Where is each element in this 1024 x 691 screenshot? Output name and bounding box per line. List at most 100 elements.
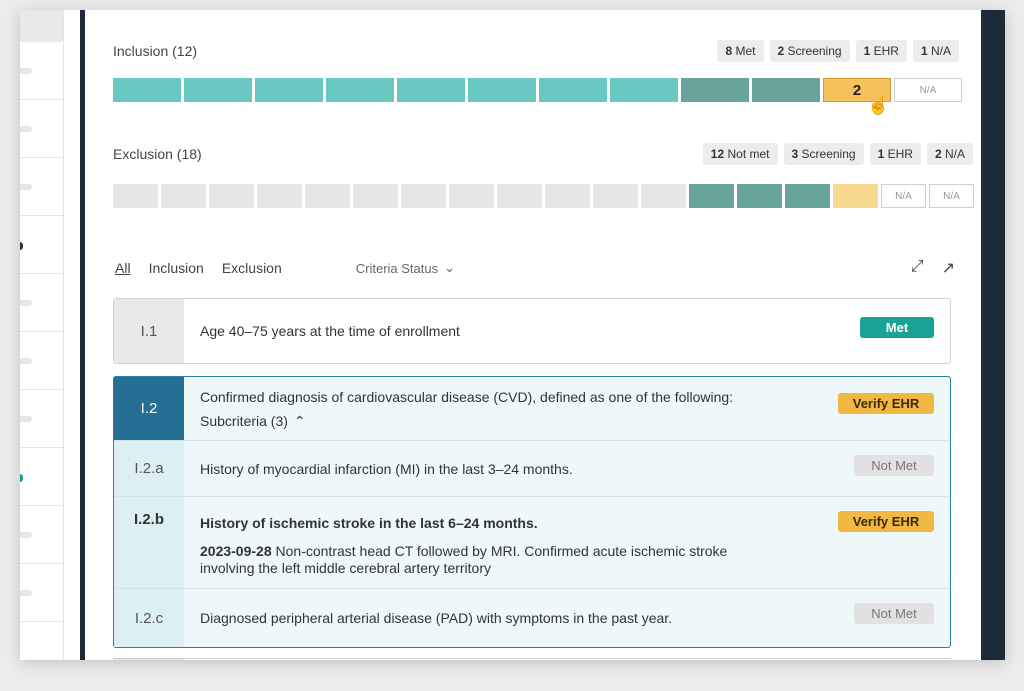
filter-exclusion[interactable]: Exclusion	[222, 260, 282, 276]
count-badge-met: 8 Met	[717, 40, 764, 62]
count-badge-na: 2 N/A	[926, 143, 973, 165]
count-badge-na: 1 N/A	[912, 40, 959, 62]
segment-not-met[interactable]	[305, 184, 350, 208]
status-badge[interactable]: Not Met	[854, 603, 934, 624]
rail-row[interactable]	[20, 158, 63, 216]
evidence-date: 2023-09-28	[200, 543, 272, 559]
criterion-body: History of ischemic stroke in the last 6…	[184, 497, 950, 588]
segment-met[interactable]	[539, 78, 607, 102]
inclusion-title: Inclusion (12)	[113, 43, 198, 59]
subcriterion-row[interactable]: I.2.a History of myocardial infarction (…	[114, 441, 950, 497]
criterion-text: Diagnosed peripheral arterial disease (P…	[200, 610, 673, 626]
status-badge[interactable]: Met	[860, 317, 934, 338]
subcriterion-row[interactable]: I.2.b History of ischemic stroke in the …	[114, 497, 950, 589]
criterion-text: History of myocardial infarction (MI) in…	[200, 460, 573, 477]
subcriterion-row[interactable]: I.2.c Diagnosed peripheral arterial dise…	[114, 589, 950, 647]
segment-na[interactable]: N/A	[894, 78, 962, 102]
segment-not-met[interactable]	[545, 184, 590, 208]
criterion-group: I.2 Confirmed diagnosis of cardiovascula…	[113, 376, 951, 648]
segment-not-met[interactable]	[113, 184, 158, 208]
segment-not-met[interactable]	[161, 184, 206, 208]
segment-screening[interactable]	[681, 78, 749, 102]
criterion-row-partial	[113, 658, 951, 660]
criterion-id: I.2.a	[114, 441, 184, 496]
criterion-id: I.2	[114, 377, 184, 440]
segment-screening[interactable]	[752, 78, 820, 102]
segment-na[interactable]: N/A	[929, 184, 974, 208]
segment-screening[interactable]	[737, 184, 782, 208]
criteria-status-dropdown[interactable]: Criteria Status ⌄	[356, 260, 455, 276]
rail-row[interactable]	[20, 564, 63, 622]
exclusion-segment-bar: N/A N/A	[113, 184, 974, 208]
segment-met[interactable]	[397, 78, 465, 102]
segment-screening[interactable]	[785, 184, 830, 208]
criterion-row[interactable]: I.2 Confirmed diagnosis of cardiovascula…	[114, 377, 950, 441]
panel-divider	[80, 10, 85, 660]
filter-inclusion[interactable]: Inclusion	[149, 260, 204, 276]
criteria-status-label: Criteria Status	[355, 260, 439, 276]
subcriteria-toggle[interactable]: Subcriteria (3) ⌃	[200, 413, 950, 430]
exclusion-title: Exclusion (18)	[113, 146, 202, 162]
pointer-cursor-icon: ☝	[867, 95, 890, 115]
rail-row[interactable]	[20, 216, 63, 274]
criterion-body: Confirmed diagnosis of cardiovascular di…	[184, 377, 950, 440]
rail-row[interactable]	[20, 506, 63, 564]
segment-not-met[interactable]	[497, 184, 542, 208]
view-tools: ⤢ ↗	[911, 258, 955, 278]
rail-row[interactable]	[20, 448, 63, 506]
rail-row[interactable]	[20, 332, 63, 390]
criterion-id: I.2.b	[114, 497, 184, 588]
exclusion-counts: 12 Not met 3 Screening 1 EHR 2 N/A	[702, 143, 973, 165]
count-badge-screening: 2 Screening	[769, 40, 850, 62]
criteria-panel: Inclusion (12) 8 Met 2 Screening 1 EHR 1…	[113, 10, 974, 660]
segment-na[interactable]: N/A	[881, 184, 926, 208]
segment-not-met[interactable]	[593, 184, 638, 208]
segment-not-met[interactable]	[449, 184, 494, 208]
rail-row[interactable]	[20, 390, 63, 448]
segment-screening[interactable]	[689, 184, 734, 208]
status-badge[interactable]: Verify EHR	[838, 511, 934, 532]
segment-not-met[interactable]	[257, 184, 302, 208]
segment-ehr[interactable]	[833, 184, 878, 208]
right-edge-bar	[981, 10, 1005, 660]
segment-met[interactable]	[113, 78, 181, 102]
criterion-row[interactable]: I.1 Age 40–75 years at the time of enrol…	[113, 298, 951, 364]
filter-bar: All Inclusion Exclusion Criteria Status …	[115, 258, 955, 278]
segment-met[interactable]	[610, 78, 678, 102]
evidence-note: 2023-09-28 Non-contrast head CT followed…	[200, 543, 770, 577]
inclusion-header: Inclusion (12) 8 Met 2 Screening 1 EHR 1…	[113, 40, 959, 62]
inclusion-segment-bar: 2 N/A	[113, 78, 962, 102]
subcriteria-label: Subcriteria (3)	[200, 413, 288, 429]
rail-row[interactable]	[20, 42, 63, 100]
left-list-rail	[20, 10, 64, 660]
segment-not-met[interactable]	[353, 184, 398, 208]
status-badge[interactable]: Not Met	[854, 455, 934, 476]
criterion-body: Diagnosed peripheral arterial disease (P…	[184, 589, 950, 647]
rail-row[interactable]	[20, 274, 63, 332]
segment-met[interactable]	[184, 78, 252, 102]
status-badge[interactable]: Verify EHR	[838, 393, 934, 414]
segment-met[interactable]	[326, 78, 394, 102]
external-link-icon[interactable]: ↗	[942, 258, 955, 278]
expand-icon[interactable]: ⤢	[911, 258, 924, 278]
criterion-id: I.1	[114, 299, 184, 363]
criterion-id: I.2.c	[114, 589, 184, 647]
app-window: Inclusion (12) 8 Met 2 Screening 1 EHR 1…	[20, 10, 1005, 660]
inclusion-counts: 8 Met 2 Screening 1 EHR 1 N/A	[717, 40, 959, 62]
count-badge-ehr: 1 EHR	[869, 143, 921, 165]
filter-all[interactable]: All	[115, 260, 131, 276]
count-badge-ehr: 1 EHR	[855, 40, 907, 62]
rail-header	[20, 10, 63, 42]
chevron-up-icon: ⌃	[293, 413, 306, 429]
rail-row[interactable]	[20, 100, 63, 158]
segment-met[interactable]	[255, 78, 323, 102]
segment-not-met[interactable]	[209, 184, 254, 208]
evidence-text: Non-contrast head CT followed by MRI. Co…	[200, 543, 728, 576]
segment-met[interactable]	[468, 78, 536, 102]
segment-not-met[interactable]	[401, 184, 446, 208]
segment-not-met[interactable]	[641, 184, 686, 208]
count-badge-not-met: 12 Not met	[702, 143, 778, 165]
exclusion-header: Exclusion (18) 12 Not met 3 Screening 1 …	[113, 143, 973, 165]
criterion-body: History of myocardial infarction (MI) in…	[184, 441, 950, 496]
chevron-down-icon: ⌄	[444, 260, 456, 275]
